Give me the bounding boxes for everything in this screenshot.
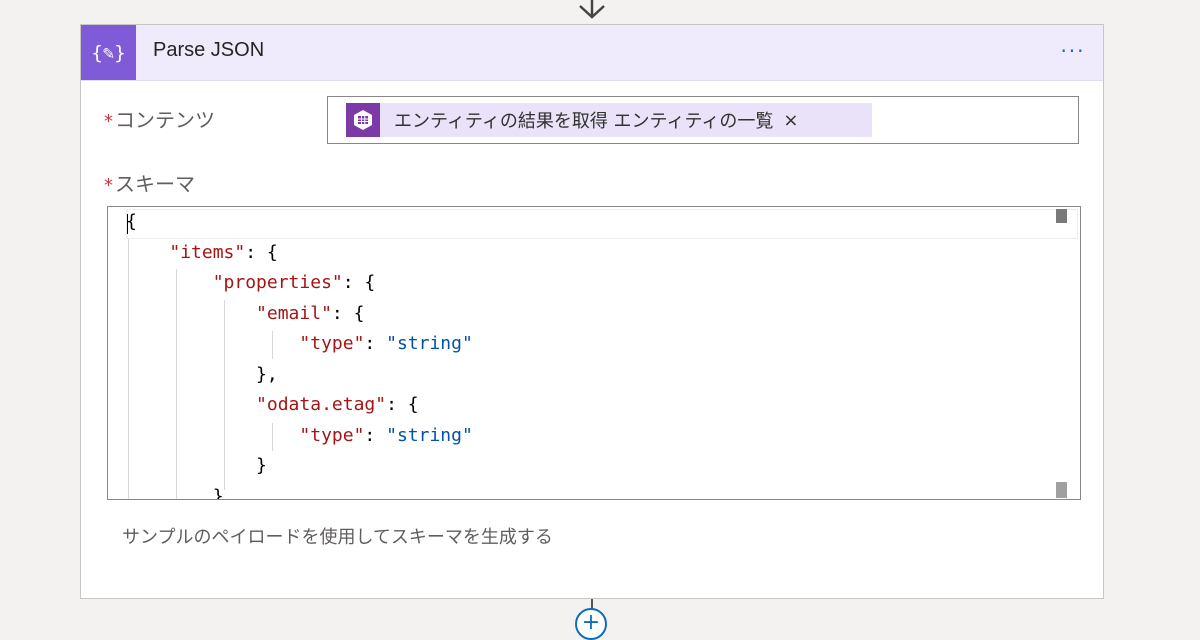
code-line: },: [126, 363, 278, 385]
more-options-button[interactable]: ···: [1055, 37, 1091, 67]
braces-pencil-icon: {✎}: [81, 25, 136, 80]
card-title: Parse JSON: [153, 39, 265, 61]
code-line: "odata.etag": {: [256, 394, 419, 415]
code-line: }: [126, 455, 267, 476]
generate-schema-from-sample-link[interactable]: サンプルのペイロードを使用してスキーマを生成する: [122, 523, 553, 549]
token-label: エンティティの結果を取得 エンティティの一覧: [394, 111, 774, 132]
code-line: "type": "string": [299, 424, 473, 446]
code-line: "items": {: [169, 241, 278, 263]
table-storage-glyph: [354, 110, 372, 130]
content-input[interactable]: エンティティの結果を取得 エンティティの一覧 ×: [327, 96, 1079, 144]
card-header[interactable]: {✎} Parse JSON ···: [81, 25, 1103, 81]
content-label-text: コンテンツ: [115, 108, 215, 132]
add-step-button[interactable]: +: [575, 608, 607, 640]
code-line: "type": "string": [299, 333, 473, 354]
schema-code[interactable]: { "items": { "properties": { "email": { …: [126, 207, 473, 500]
scrollbar-thumb-top[interactable]: [1056, 209, 1067, 223]
code-line: {: [126, 211, 137, 232]
code-line: },: [126, 485, 235, 500]
schema-label-text: スキーマ: [115, 172, 195, 196]
table-storage-icon: [346, 103, 380, 137]
required-mark: *: [104, 175, 113, 196]
required-mark: *: [104, 111, 113, 132]
arrow-down-icon: [579, 0, 605, 19]
code-line: "properties": {: [212, 272, 376, 293]
code-line: "email": {: [256, 302, 365, 324]
scrollbar-thumb-bottom[interactable]: [1056, 482, 1067, 498]
schema-label: * スキーマ: [104, 168, 195, 197]
content-label: * コンテンツ: [104, 104, 215, 133]
remove-token-button[interactable]: ×: [783, 110, 798, 131]
dynamic-content-token[interactable]: エンティティの結果を取得 エンティティの一覧 ×: [346, 103, 872, 137]
schema-editor[interactable]: { "items": { "properties": { "email": { …: [107, 206, 1081, 500]
